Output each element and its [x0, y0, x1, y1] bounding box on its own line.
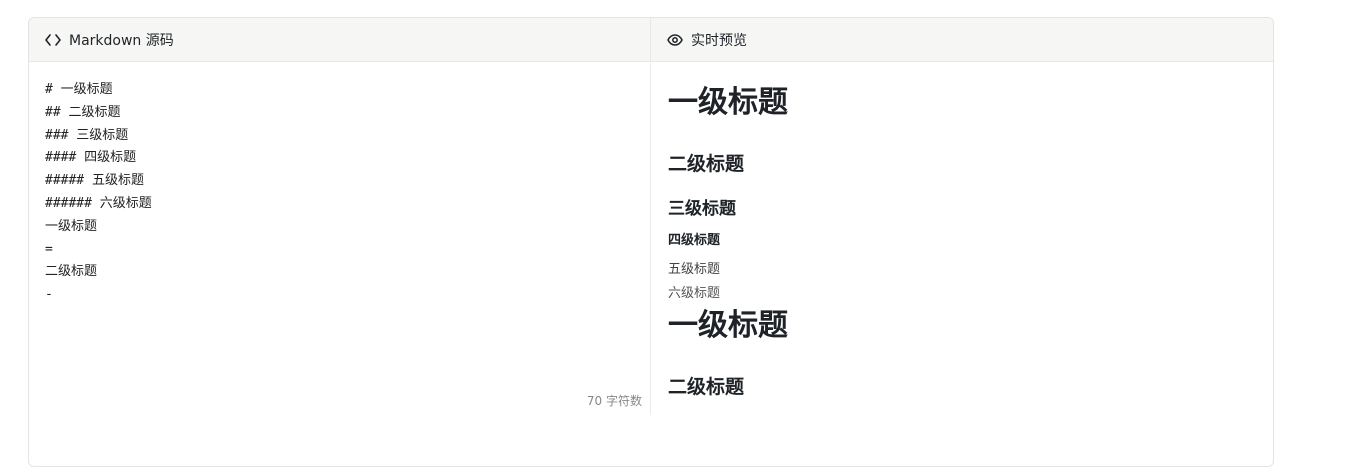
source-line: ##### 五级标题	[45, 173, 144, 189]
preview-heading-4: 四级标题	[668, 233, 721, 248]
preview-heading-3: 三级标题	[668, 199, 736, 219]
preview-heading-1-setext: 一级标题	[668, 308, 788, 343]
source-line: ## 二级标题	[45, 104, 121, 120]
preview-heading-2: 二级标题	[668, 153, 745, 175]
preview-heading-2-setext: 二级标题	[668, 376, 745, 398]
markdown-editor: Markdown 源码 # 一级标题 ## 二级标题 ### 三级标题 ####…	[28, 17, 1274, 467]
preview-heading-6: 六级标题	[668, 286, 721, 301]
source-line: # 一级标题	[45, 82, 113, 97]
preview-heading-1: 一级标题	[668, 85, 788, 120]
source-pane-header: Markdown 源码	[29, 18, 651, 62]
preview-heading-5: 五级标题	[668, 262, 721, 277]
markdown-source-textarea[interactable]: # 一级标题 ## 二级标题 ### 三级标题 #### 四级标题 ##### …	[29, 63, 651, 415]
source-line: -	[45, 287, 53, 303]
source-line: ### 三级标题	[45, 127, 129, 143]
source-line: 一级标题	[45, 218, 98, 234]
preview-pane: 实时预览 一级标题 二级标题 三级标题 四级标题 五级标题 六级标题 一级标题 …	[651, 18, 1273, 466]
code-icon	[45, 33, 61, 46]
source-text[interactable]: # 一级标题 ## 二级标题 ### 三级标题 #### 四级标题 ##### …	[29, 63, 650, 307]
source-pane: Markdown 源码 # 一级标题 ## 二级标题 ### 三级标题 ####…	[29, 18, 651, 466]
preview-pane-header: 实时预览	[651, 18, 1273, 62]
source-line: 二级标题	[45, 264, 98, 280]
preview-pane-title: 实时预览	[691, 32, 747, 49]
source-pane-title: Markdown 源码	[69, 32, 174, 49]
char-count: 70 字符数	[586, 394, 642, 408]
source-line: =	[45, 241, 53, 257]
source-line: ###### 六级标题	[45, 195, 152, 211]
source-line: #### 四级标题	[45, 150, 137, 166]
eye-icon	[667, 33, 683, 46]
